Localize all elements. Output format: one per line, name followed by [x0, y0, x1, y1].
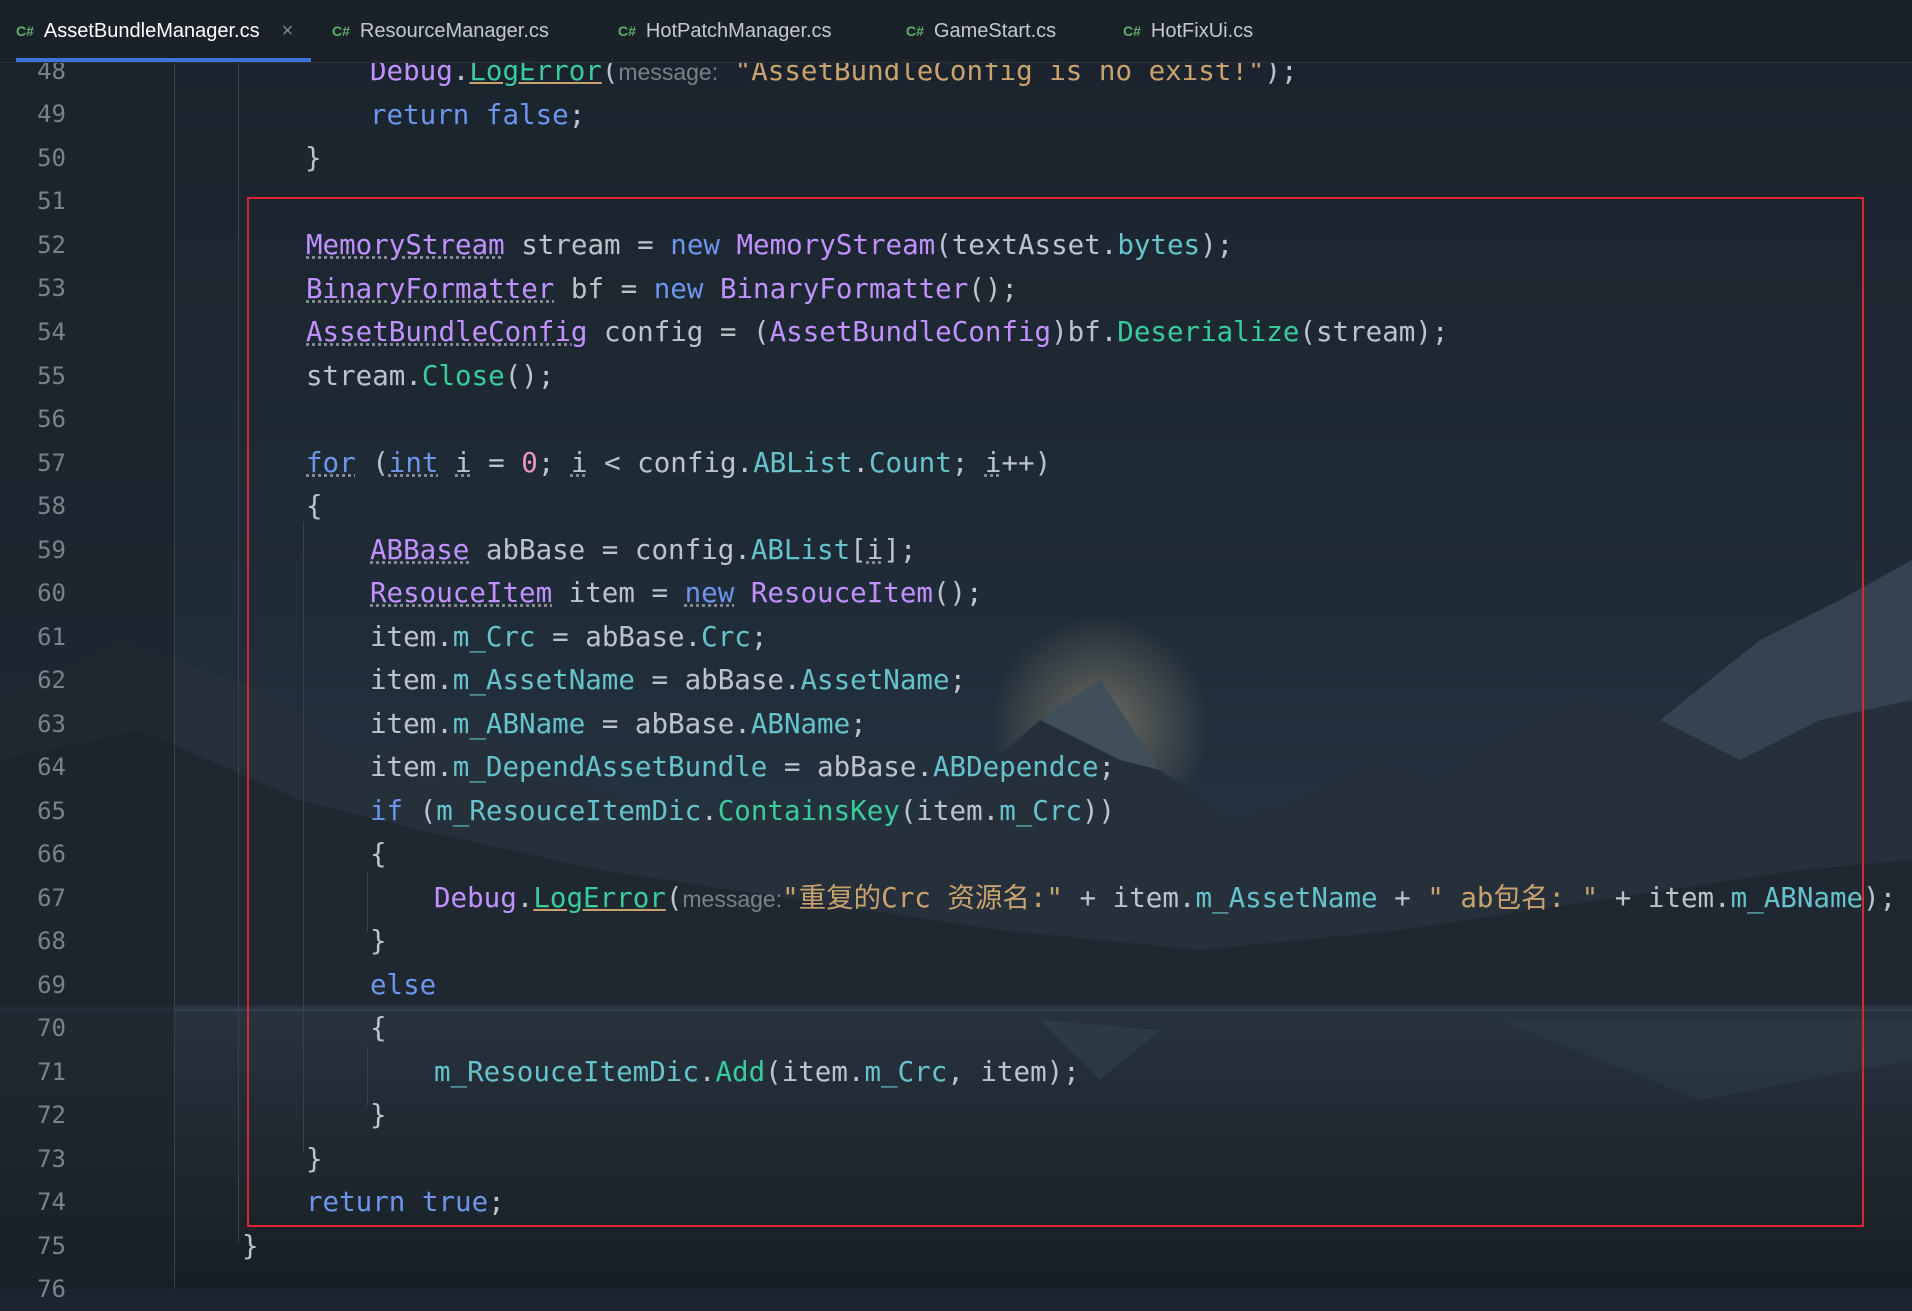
- code-line-50: }: [305, 136, 322, 180]
- line-number: 66: [37, 840, 66, 868]
- line-number: 73: [37, 1145, 66, 1173]
- token: ;: [568, 99, 586, 131]
- token-brace: }: [242, 1230, 259, 1262]
- highlight-box: [247, 197, 1864, 1227]
- indent-guide: [238, 62, 239, 1242]
- line-number: 51: [37, 187, 66, 215]
- close-icon[interactable]: ×: [282, 20, 294, 43]
- line-number: 60: [37, 579, 66, 607]
- line-number: 72: [37, 1101, 66, 1129]
- line-number-gutter: 48 49 50 51 52 53 54 55 56 57 58 59 60 6…: [0, 57, 175, 1303]
- line-number: 55: [37, 362, 66, 390]
- line-number: 68: [37, 927, 66, 955]
- csharp-file-icon: C#: [618, 23, 636, 39]
- line-number: 54: [37, 318, 66, 346]
- line-number: 75: [37, 1232, 66, 1260]
- line-number: 61: [37, 623, 66, 651]
- tab-label: HotPatchManager.cs: [645, 19, 832, 42]
- tab-hotfixui[interactable]: C# HotFixUi.cs: [1123, 0, 1253, 62]
- csharp-file-icon: C#: [1123, 23, 1141, 39]
- line-number: 58: [37, 492, 66, 520]
- line-number: 52: [37, 231, 66, 259]
- line-number: 70: [37, 1014, 66, 1042]
- tab-label: AssetBundleManager.cs: [43, 19, 260, 42]
- tab-gamestart[interactable]: C# GameStart.cs: [906, 0, 1056, 62]
- code-line-49: return false;: [370, 93, 585, 137]
- line-number: 57: [37, 449, 66, 477]
- indent-guide: [174, 62, 175, 1289]
- line-number: 53: [37, 274, 66, 302]
- line-number: 50: [37, 144, 66, 172]
- tab-label: GameStart.cs: [933, 19, 1057, 42]
- line-number: 49: [37, 100, 66, 128]
- line-number: 67: [37, 884, 66, 912]
- line-number: 65: [37, 797, 66, 825]
- line-number: 76: [37, 1275, 66, 1303]
- token-keyword: false: [485, 99, 569, 131]
- tab-hotpatchmanager[interactable]: C# HotPatchManager.cs: [618, 0, 832, 62]
- token-brace: }: [305, 142, 322, 174]
- token: );: [1863, 882, 1897, 914]
- tab-resourcemanager[interactable]: C# ResourceManager.cs: [332, 0, 549, 62]
- line-number: 71: [37, 1058, 66, 1086]
- line-number: 59: [37, 536, 66, 564]
- csharp-file-icon: C#: [16, 23, 34, 39]
- csharp-file-icon: C#: [332, 23, 350, 39]
- line-number: 64: [37, 753, 66, 781]
- code-line-75: }: [242, 1224, 259, 1268]
- line-number: 69: [37, 971, 66, 999]
- line-number: 62: [37, 666, 66, 694]
- tab-assetbundlemanager[interactable]: C# AssetBundleManager.cs ×: [16, 0, 312, 62]
- line-number: 56: [37, 405, 66, 433]
- line-number: 63: [37, 710, 66, 738]
- tab-label: HotFixUi.cs: [1150, 19, 1254, 42]
- editor-tab-bar: C# AssetBundleManager.cs × C# ResourceMa…: [0, 0, 1912, 63]
- token-keyword: return: [370, 99, 470, 131]
- line-number: 74: [37, 1188, 66, 1216]
- csharp-file-icon: C#: [906, 23, 924, 39]
- tab-label: ResourceManager.cs: [359, 19, 549, 42]
